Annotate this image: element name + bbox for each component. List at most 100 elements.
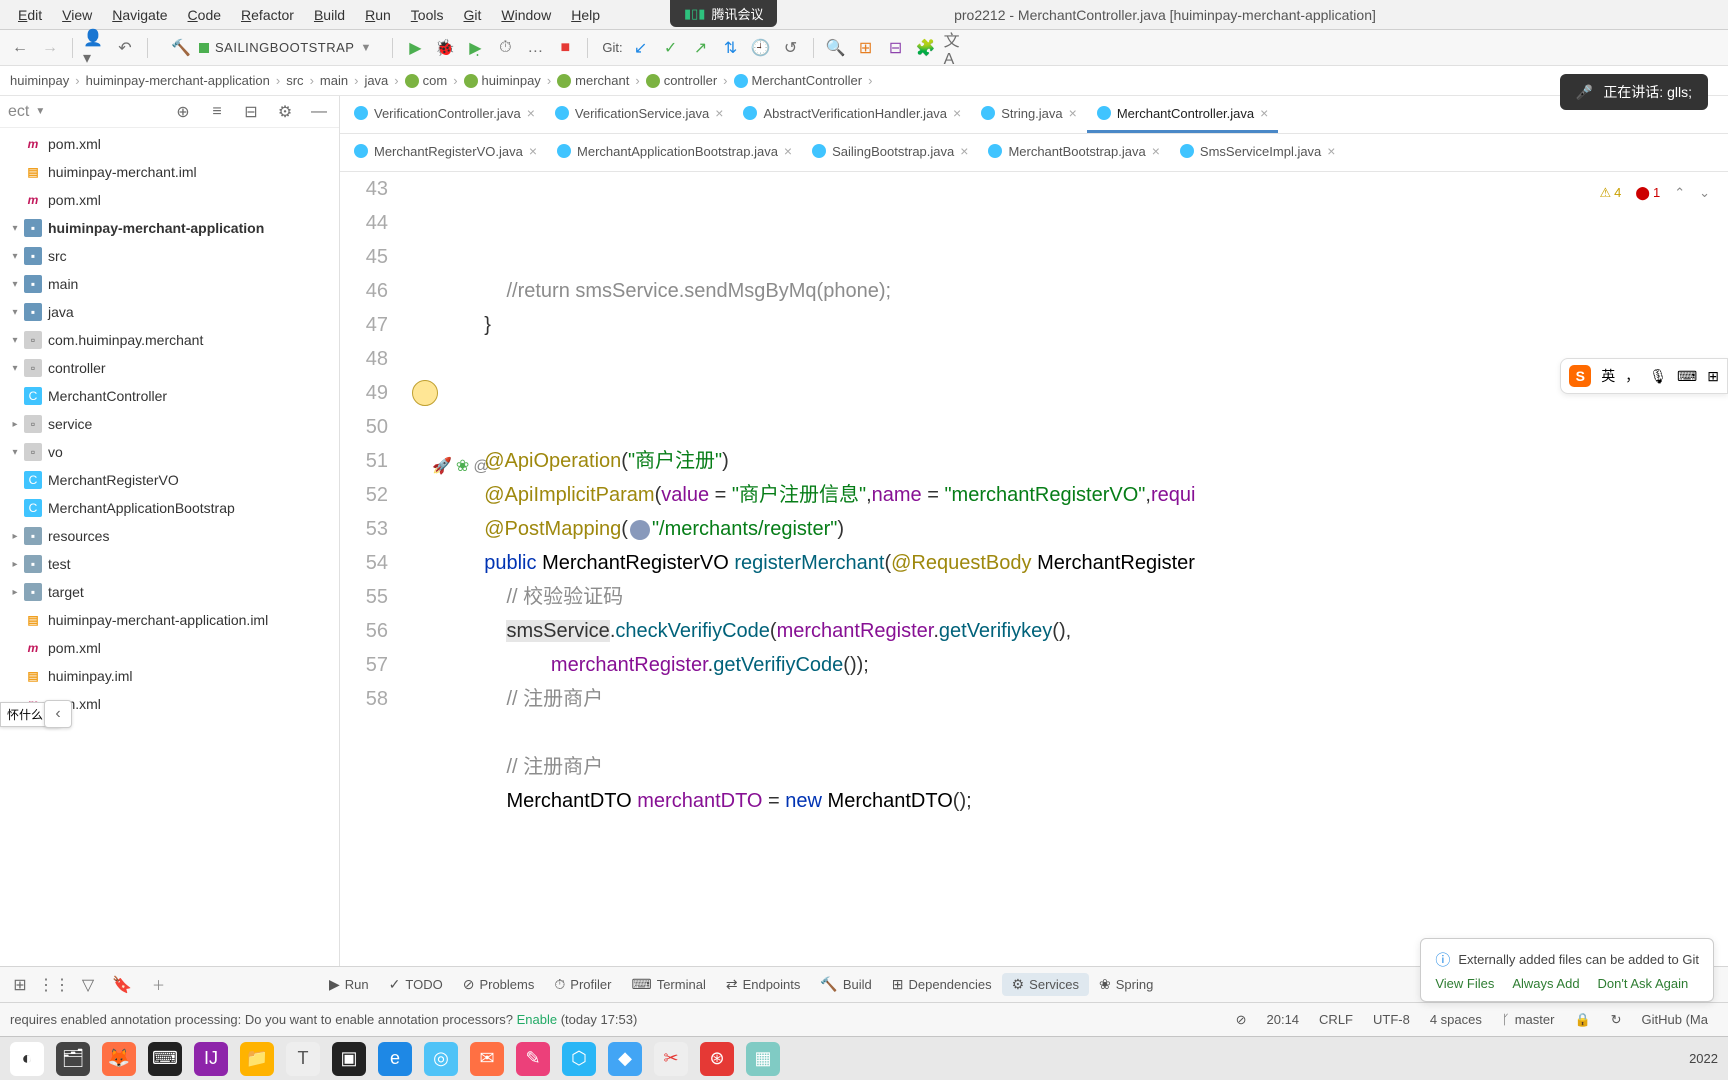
code-line-57[interactable]: // 注册商户	[462, 750, 1728, 784]
ime-keyboard-icon[interactable]: ⌨	[1677, 368, 1697, 385]
line-number[interactable]: 58	[340, 682, 388, 716]
tree-node-test[interactable]: ▸▪test	[0, 550, 339, 578]
profile-button[interactable]: ⏱	[493, 36, 517, 60]
activities-icon[interactable]: ◐	[10, 1042, 44, 1076]
tree-node-huiminpay-merchant-application-iml[interactable]: ▤huiminpay-merchant-application.iml	[0, 606, 339, 634]
close-icon[interactable]: ×	[715, 105, 723, 121]
console-icon[interactable]: ▣	[332, 1042, 366, 1076]
nav-back-button[interactable]: ←	[8, 36, 32, 60]
expand-icon[interactable]: ▸	[8, 587, 22, 598]
menu-code[interactable]: Code	[178, 5, 231, 25]
tree-node-pom-xml[interactable]: mpom.xml	[0, 634, 339, 662]
line-number[interactable]: 51	[340, 444, 388, 478]
breadcrumb-huiminpay[interactable]: huiminpay	[10, 73, 69, 88]
tool-run[interactable]: ▶Run	[319, 973, 379, 996]
code-line-49[interactable]: @ApiImplicitParam(value = "商户注册信息",name …	[462, 478, 1728, 512]
indent[interactable]: 4 spaces	[1430, 1012, 1482, 1027]
breadcrumb-controller[interactable]: controller	[646, 73, 717, 88]
code-line-56[interactable]	[462, 716, 1728, 750]
line-number[interactable]: 53	[340, 512, 388, 546]
app6-icon[interactable]: ▦	[746, 1042, 780, 1076]
git-history-button[interactable]: 🕘	[749, 36, 773, 60]
tool-problems[interactable]: ⊘Problems	[453, 973, 545, 996]
close-icon[interactable]: ×	[527, 105, 535, 121]
close-icon[interactable]: ×	[953, 105, 961, 121]
stop-button[interactable]: ■	[553, 36, 577, 60]
collapse-all-icon[interactable]: ⊟	[239, 100, 263, 124]
tool-dependencies[interactable]: ⊞Dependencies	[882, 973, 1002, 996]
tab-verificationcontroller-java[interactable]: VerificationController.java×	[344, 96, 545, 133]
translate-icon[interactable]: 文A	[944, 36, 968, 60]
code-line-45[interactable]	[462, 342, 1728, 376]
filter-icon[interactable]: ▽	[76, 973, 100, 997]
collapse-panel-button[interactable]: ‹	[44, 700, 72, 728]
line-separator[interactable]: CRLF	[1319, 1012, 1353, 1027]
tool-todo[interactable]: ✓TODO	[379, 973, 453, 996]
line-number[interactable]: 52	[340, 478, 388, 512]
attach-button[interactable]: …	[523, 36, 547, 60]
breadcrumb-merchantcontroller[interactable]: MerchantController	[734, 73, 863, 88]
lock-icon[interactable]: 🔒	[1574, 1012, 1590, 1028]
firefox-icon[interactable]: 🦊	[102, 1042, 136, 1076]
terminal-icon[interactable]: ⌨	[148, 1042, 182, 1076]
code-line-55[interactable]: // 注册商户	[462, 682, 1728, 716]
bookmark-icon[interactable]: 🔖	[110, 973, 134, 997]
split-icon[interactable]: ⋮⋮	[42, 973, 66, 997]
notif-link-don-t-ask-again[interactable]: Don't Ask Again	[1598, 976, 1689, 991]
tool-2-icon[interactable]: ⊟	[884, 36, 908, 60]
line-number[interactable]: 56	[340, 614, 388, 648]
github-status[interactable]: GitHub (Ma	[1642, 1012, 1708, 1027]
tab-merchantregistervo-java[interactable]: MerchantRegisterVO.java×	[344, 134, 547, 171]
menu-view[interactable]: View	[52, 5, 102, 25]
line-number[interactable]: 45	[340, 240, 388, 274]
tool-spring[interactable]: ❀Spring	[1089, 973, 1163, 996]
menu-help[interactable]: Help	[561, 5, 610, 25]
line-gutter[interactable]: 43444546474849505152535455565758	[340, 172, 402, 966]
git-fetch-button[interactable]: ⇅	[719, 36, 743, 60]
code-line-52[interactable]: // 校验验证码	[462, 580, 1728, 614]
tab-merchantbootstrap-java[interactable]: MerchantBootstrap.java×	[978, 134, 1169, 171]
git-commit-button[interactable]: ✓	[659, 36, 683, 60]
chevron-down-icon[interactable]: ⌄	[1699, 176, 1710, 210]
project-dropdown-label[interactable]: ect	[8, 103, 29, 121]
expand-icon[interactable]: ▾	[8, 251, 22, 262]
tree-node-target[interactable]: ▸▪target	[0, 578, 339, 606]
code-line-48[interactable]: @ApiOperation("商户注册")	[462, 444, 1728, 478]
tree-node-main[interactable]: ▾▪main	[0, 270, 339, 298]
undo-icon[interactable]: ↶	[113, 36, 137, 60]
code-editor[interactable]: 43444546474849505152535455565758 🚀 ❀ @ ⚠…	[340, 172, 1728, 966]
tree-node-controller[interactable]: ▾▫controller	[0, 354, 339, 382]
line-number[interactable]: 50	[340, 410, 388, 444]
expand-icon[interactable]: ▾	[8, 223, 22, 234]
run-gutter-icon[interactable]: 🚀	[432, 450, 452, 484]
tree-node-merchantcontroller[interactable]: CMerchantController	[0, 382, 339, 410]
notif-link-always-add[interactable]: Always Add	[1512, 976, 1579, 991]
sync-icon[interactable]: ↻	[1611, 1012, 1622, 1028]
encoding[interactable]: UTF-8	[1373, 1012, 1410, 1027]
close-icon[interactable]: ×	[784, 143, 792, 159]
layout-icon[interactable]: ⊞	[8, 973, 32, 997]
close-icon[interactable]: ×	[1069, 105, 1077, 121]
tab-string-java[interactable]: String.java×	[971, 96, 1087, 133]
ime-more-icon[interactable]: ⊞	[1707, 368, 1719, 385]
tree-node-huiminpay-iml[interactable]: ▤huiminpay.iml	[0, 662, 339, 690]
app4-icon[interactable]: ✂	[654, 1042, 688, 1076]
postman-icon[interactable]: ✉	[470, 1042, 504, 1076]
taskbar-clock[interactable]: 2022	[1689, 1051, 1718, 1066]
menu-run[interactable]: Run	[355, 5, 401, 25]
code-line-50[interactable]: @PostMapping("/merchants/register")	[462, 512, 1728, 546]
expand-icon[interactable]: ▾	[8, 335, 22, 346]
breadcrumb-src[interactable]: src	[286, 73, 303, 88]
tool-3-icon[interactable]: 🧩	[914, 36, 938, 60]
tool-endpoints[interactable]: ⇄Endpoints	[716, 973, 811, 996]
menu-edit[interactable]: Edit	[8, 5, 52, 25]
close-icon[interactable]: ×	[1327, 143, 1335, 159]
breadcrumb-huiminpay-merchant-application[interactable]: huiminpay-merchant-application	[86, 73, 270, 88]
tree-node-huiminpay-merchant-application[interactable]: ▾▪huiminpay-merchant-application	[0, 214, 339, 242]
enable-link[interactable]: Enable	[517, 1012, 557, 1027]
expand-icon[interactable]: ▾	[8, 363, 22, 374]
git-revert-button[interactable]: ↺	[779, 36, 803, 60]
tree-node-merchantregistervo[interactable]: CMerchantRegisterVO	[0, 466, 339, 494]
line-number[interactable]: 54	[340, 546, 388, 580]
code-line-54[interactable]: merchantRegister.getVerifiyCode());	[462, 648, 1728, 682]
